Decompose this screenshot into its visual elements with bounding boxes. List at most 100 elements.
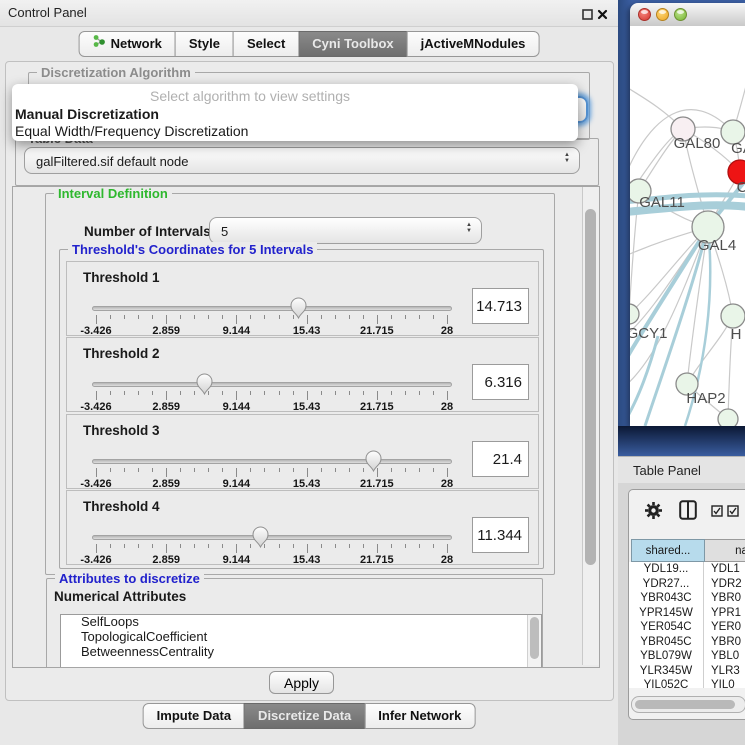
threshold-label: Threshold 1	[83, 270, 160, 285]
slider-ticks	[96, 544, 447, 553]
threshold-slider[interactable]	[92, 459, 452, 464]
top-tabbar: Network Style Select Cyni Toolbox jActiv…	[79, 31, 540, 57]
table-data-combobox[interactable]: galFiltered.sif default node ▲▼	[24, 147, 580, 174]
split-view-icon[interactable]	[679, 500, 697, 525]
cell-shared-name: YBL079W	[629, 649, 704, 664]
slider-tick-labels: -3.4262.8599.14415.4321.71528	[96, 401, 447, 413]
scrollbar-thumb[interactable]	[585, 209, 596, 565]
desktop-gradient	[618, 426, 745, 457]
attribute-list-item[interactable]: BetweennessCentrality	[61, 645, 541, 660]
table-row[interactable]: YER054CYER0	[629, 620, 745, 635]
column-header-name[interactable]: name	[705, 539, 745, 562]
list-scrollbar[interactable]	[527, 615, 541, 668]
slider-thumb[interactable]	[196, 373, 213, 400]
slider-thumb[interactable]	[252, 526, 269, 553]
float-window-icon[interactable]	[582, 7, 594, 19]
threshold-slider[interactable]	[92, 535, 452, 540]
table-row[interactable]: YDR27...YDR2	[629, 577, 745, 592]
slider-thumb[interactable]	[290, 297, 307, 324]
slider-thumb[interactable]	[365, 450, 382, 477]
cell-shared-name: YIL052C	[629, 678, 704, 688]
checkbox-icon[interactable]	[727, 504, 739, 522]
minimize-traffic-light[interactable]	[656, 8, 669, 21]
threshold-1-panel: Threshold 1 14.713 -3.4262.8599.14415.43…	[66, 261, 539, 336]
threshold-value-field[interactable]: 11.344	[472, 517, 529, 553]
table-data-value: galFiltered.sif default node	[36, 154, 188, 169]
dropdown-prompt: Select algorithm to view settings	[12, 88, 488, 104]
table-panel-title: Table Panel	[633, 463, 701, 478]
panel-scrollbar[interactable]	[582, 187, 599, 665]
network-window-titlebar[interactable]	[630, 3, 745, 27]
slider-ticks	[96, 391, 447, 400]
control-panel-titlebar: Control Panel	[0, 0, 618, 27]
scrollbar-thumb[interactable]	[635, 700, 735, 709]
cell-shared-name: YDL19...	[629, 562, 704, 577]
tab-impute-data[interactable]: Impute Data	[143, 703, 245, 729]
tab-label: Select	[247, 32, 285, 56]
group-title: Discretization Algorithm	[37, 65, 195, 80]
tab-label: Style	[189, 32, 220, 56]
threshold-slider[interactable]	[92, 382, 452, 387]
network-node-gcy1[interactable]	[630, 304, 639, 324]
table-row[interactable]: YBR045CYBR0	[629, 635, 745, 650]
slider-tick-labels: -3.4262.8599.14415.4321.71528	[96, 554, 447, 566]
threshold-slider[interactable]	[92, 306, 452, 311]
threshold-value-field[interactable]: 14.713	[472, 288, 529, 324]
table-row[interactable]: YBL079WYBL0	[629, 649, 745, 664]
table-row[interactable]: YBR043CYBR0	[629, 591, 745, 606]
tab-label: jActiveMNodules	[421, 32, 526, 56]
threshold-label: Threshold 4	[83, 499, 160, 514]
cell-shared-name: YBR045C	[629, 635, 704, 650]
table-row[interactable]: YPR145WYPR1	[629, 606, 745, 621]
algorithm-dropdown-popup: Select algorithm to view settings Manual…	[12, 84, 578, 141]
tab-jactivemnodules[interactable]: jActiveMNodules	[407, 31, 540, 57]
table-panel-titlebar: Table Panel	[618, 456, 745, 484]
zoom-traffic-light[interactable]	[674, 8, 687, 21]
tab-label: Impute Data	[157, 704, 231, 728]
interval-definition-group: Interval Definition Number of Intervals …	[45, 193, 555, 575]
tab-network[interactable]: Network	[79, 31, 176, 57]
close-icon[interactable]	[597, 7, 609, 19]
cell-name: YBR0	[704, 591, 741, 606]
tab-select[interactable]: Select	[233, 31, 299, 57]
cell-name: YBL0	[704, 649, 739, 664]
stepper-arrows-icon: ▲▼	[466, 222, 472, 234]
table-row[interactable]: YLR345WYLR3	[629, 664, 745, 679]
threshold-value-field[interactable]: 6.316	[472, 364, 529, 400]
network-icon	[93, 32, 106, 56]
tab-style[interactable]: Style	[175, 31, 234, 57]
cell-name: YER0	[704, 620, 741, 635]
threshold-value-field[interactable]: 21.4	[472, 441, 529, 477]
attribute-list-item[interactable]: SelfLoops	[61, 615, 541, 630]
network-canvas[interactable]: GAL80GACGAL11GAL4GCY1HHAP2	[630, 26, 745, 426]
checkbox-icon[interactable]	[711, 504, 723, 522]
node-table-panel: shared... name YDL19...YDL1YDR27...YDR2Y…	[628, 489, 745, 720]
attribute-list-item[interactable]: TopologicalCoefficient	[61, 630, 541, 645]
cell-shared-name: YBR043C	[629, 591, 704, 606]
stepper-arrows-icon: ▲▼	[564, 152, 570, 164]
bottom-tabbar: Impute Data Discretize Data Infer Networ…	[143, 703, 476, 729]
slider-tick-labels: -3.4262.8599.14415.4321.71528	[96, 478, 447, 490]
dropdown-option-equal-width-frequency[interactable]: Equal Width/Frequency Discretization	[15, 123, 575, 140]
table-hscrollbar[interactable]	[631, 696, 745, 713]
tab-discretize-data[interactable]: Discretize Data	[244, 703, 365, 729]
cell-shared-name: YER054C	[629, 620, 704, 635]
table-row[interactable]: YIL052CYIL0	[629, 678, 745, 688]
table-row[interactable]: YDL19...YDL1	[629, 562, 745, 577]
slider-tick-labels: -3.4262.8599.14415.4321.71528	[96, 325, 447, 337]
apply-button[interactable]: Apply	[269, 671, 334, 694]
tab-cyni-toolbox[interactable]: Cyni Toolbox	[298, 31, 407, 57]
network-node[interactable]	[718, 409, 738, 426]
close-traffic-light[interactable]	[638, 8, 651, 21]
scrollbar-thumb[interactable]	[530, 617, 539, 659]
gear-icon[interactable]	[644, 501, 663, 525]
number-of-intervals-combobox[interactable]: 5 ▲▼	[209, 217, 482, 244]
cell-shared-name: YPR145W	[629, 606, 704, 621]
column-header-shared-name[interactable]: shared...	[631, 539, 705, 562]
network-node-h[interactable]	[721, 304, 745, 328]
dropdown-option-manual-discretization[interactable]: Manual Discretization	[15, 106, 575, 123]
control-panel-window: Control Panel Network	[0, 0, 618, 745]
slider-ticks	[96, 468, 447, 477]
attributes-group: Attributes to discretize Numerical Attri…	[46, 578, 543, 668]
tab-infer-network[interactable]: Infer Network	[364, 703, 475, 729]
